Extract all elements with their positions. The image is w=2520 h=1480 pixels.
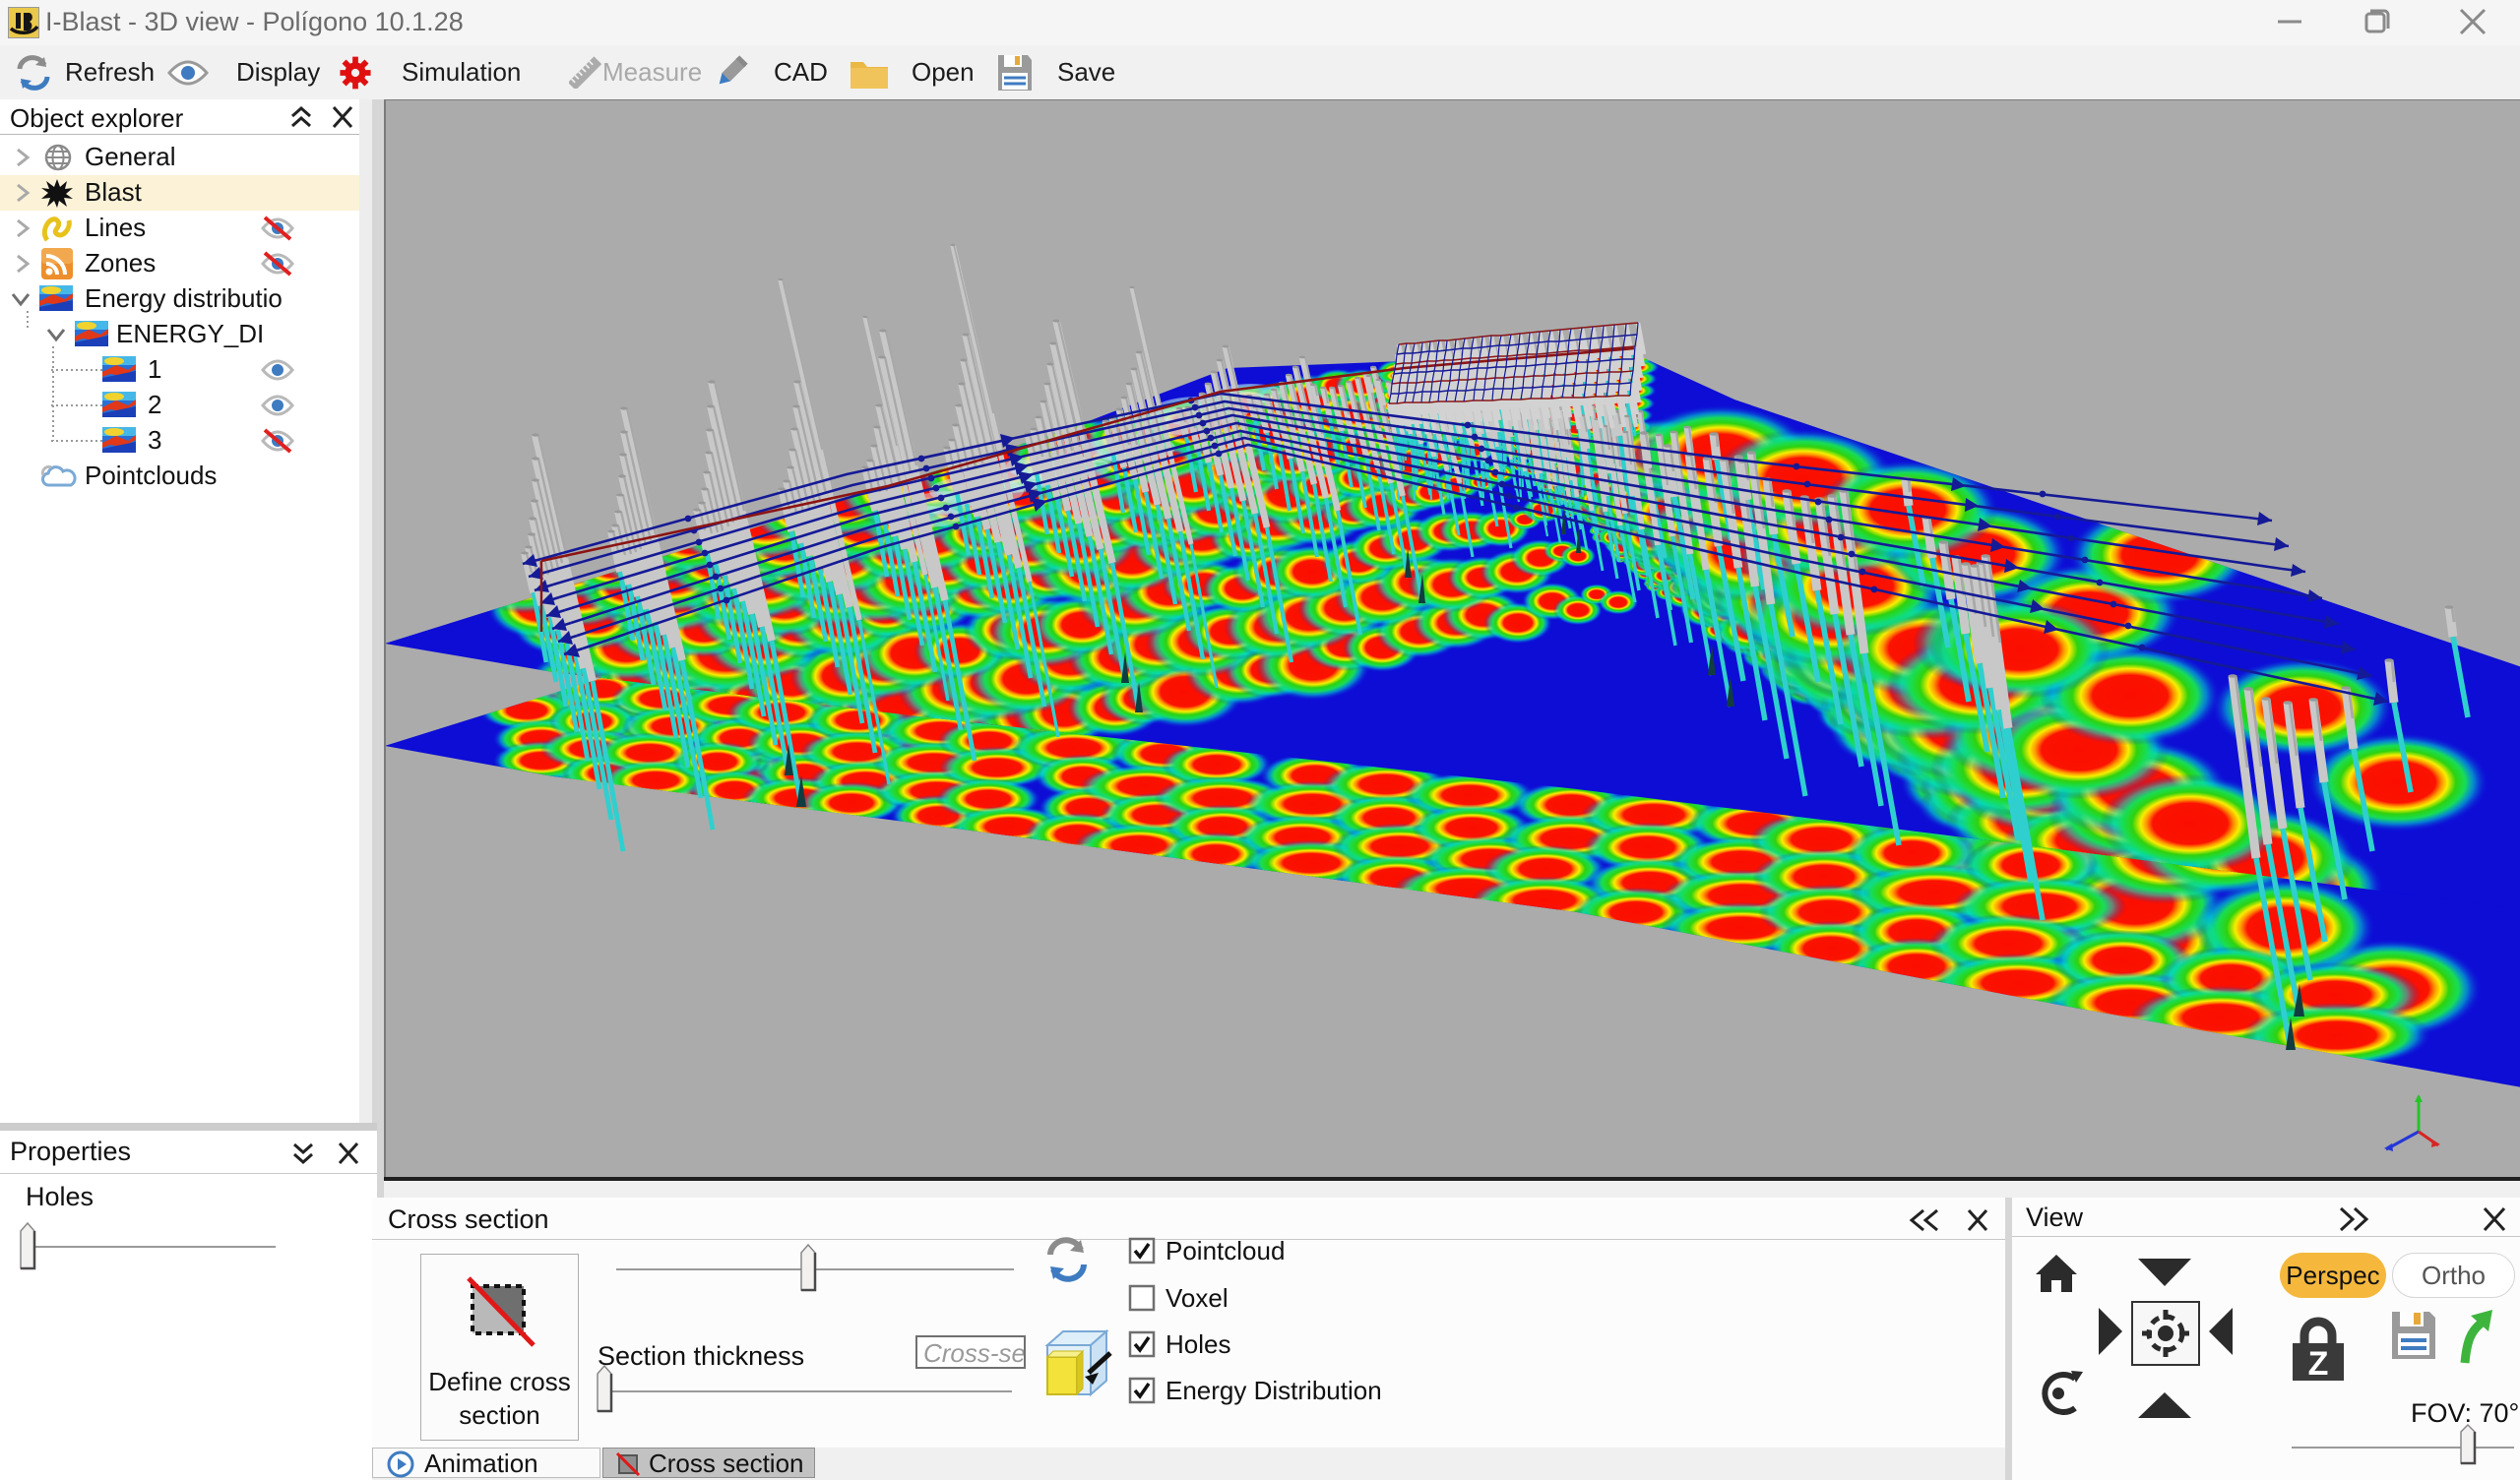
svg-text:Z: Z	[2308, 1345, 2329, 1383]
